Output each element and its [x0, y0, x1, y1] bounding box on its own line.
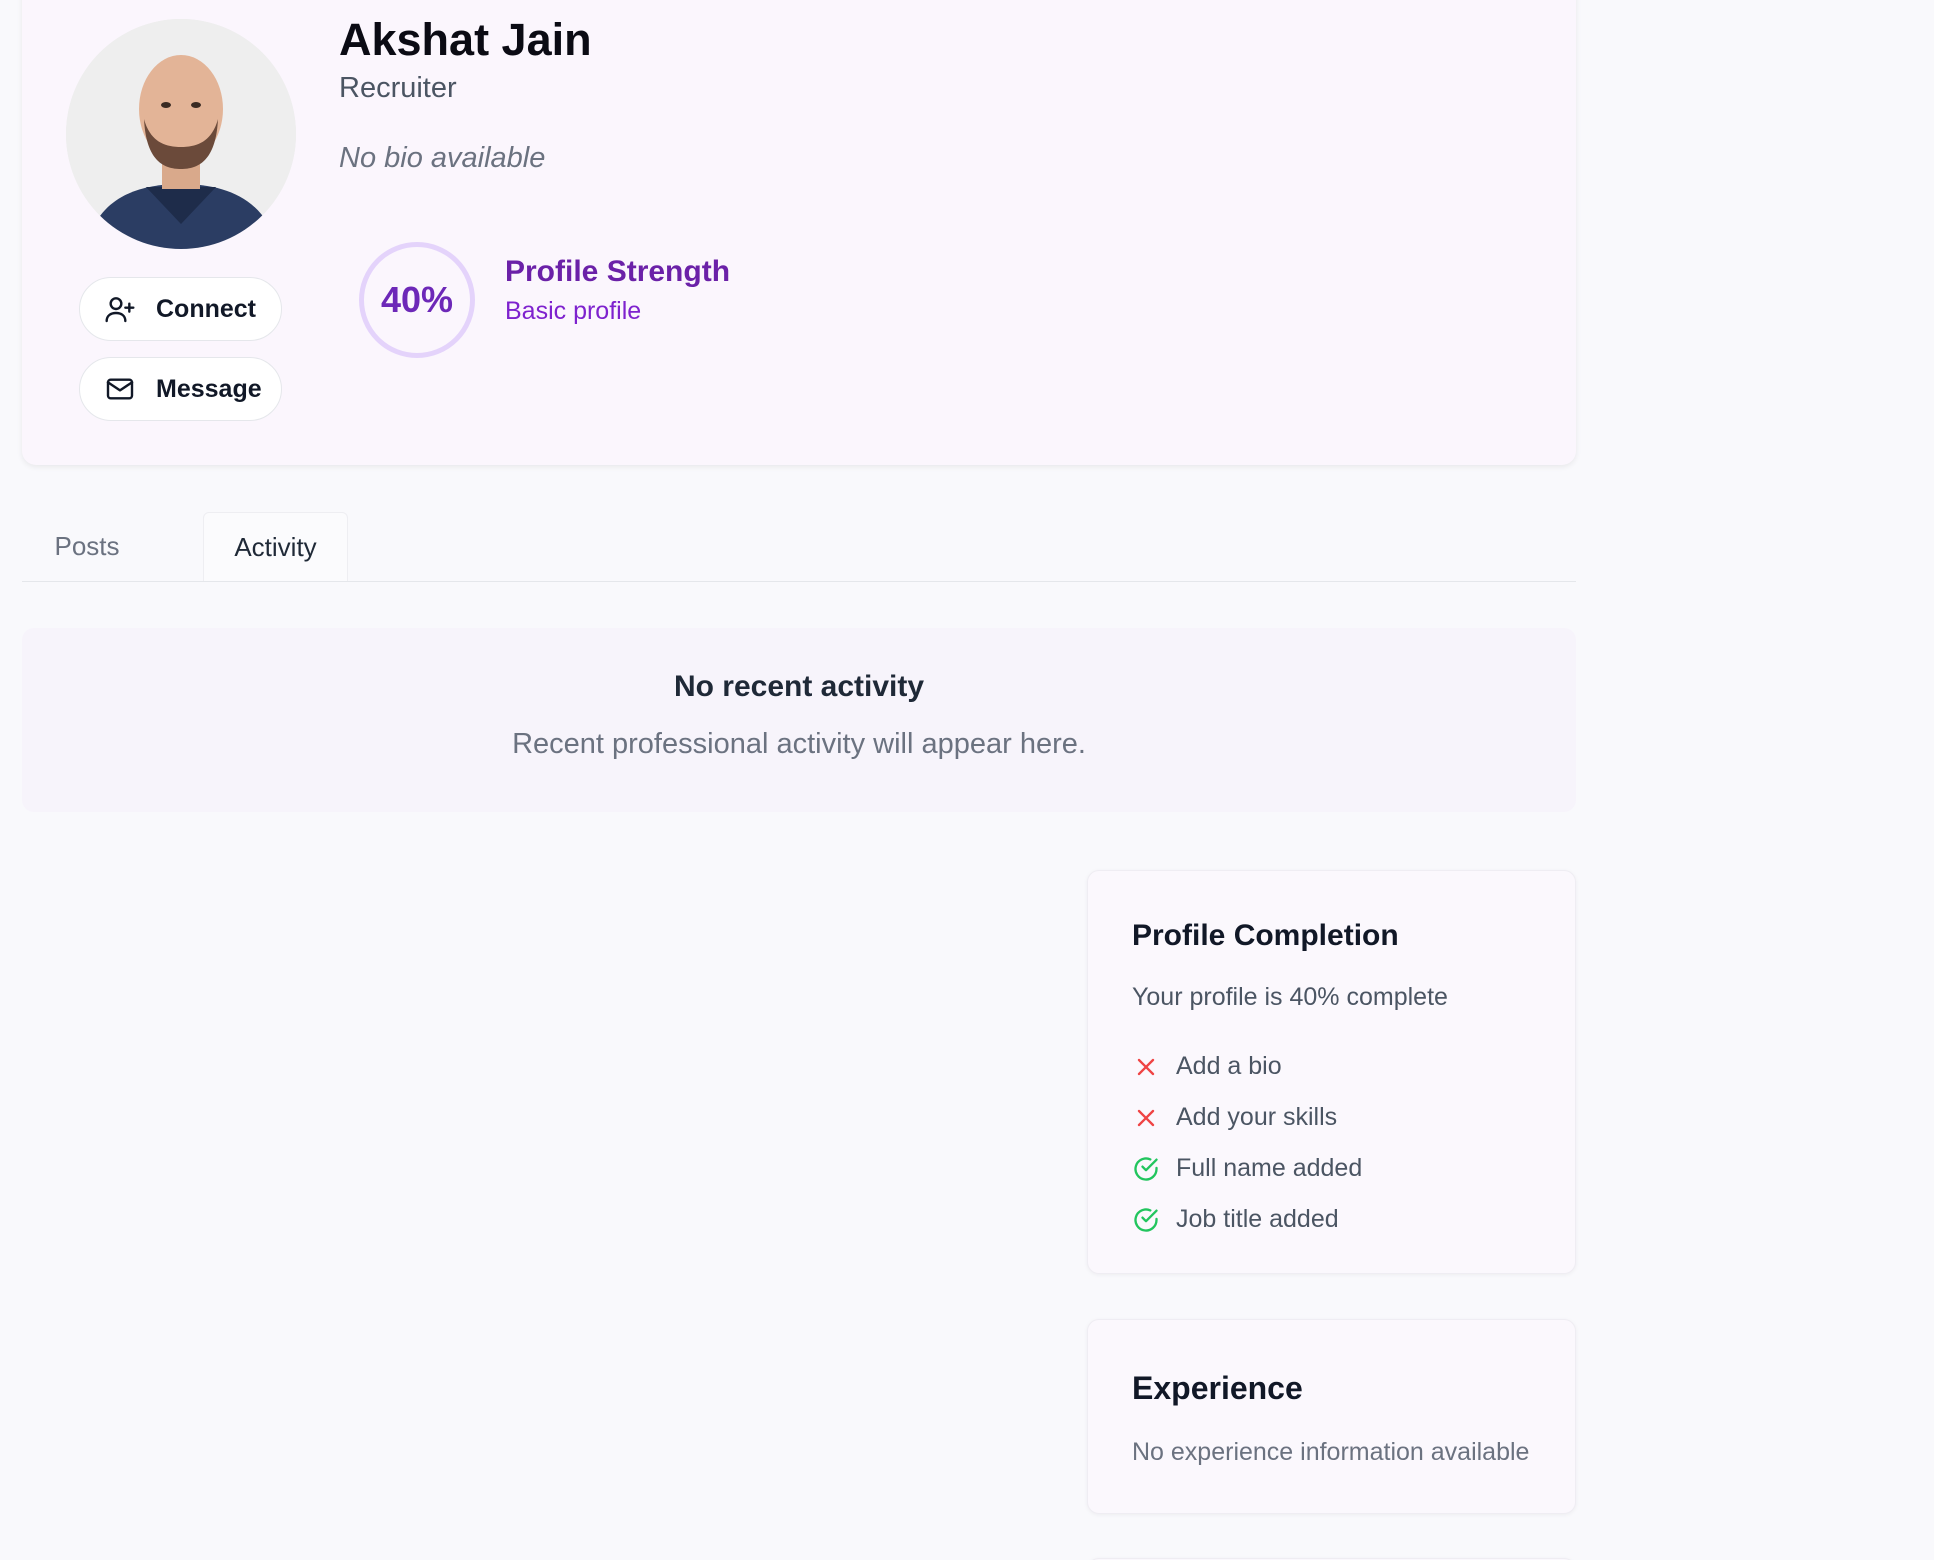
experience-empty-text: No experience information available	[1132, 1438, 1530, 1466]
connect-button-label: Connect	[156, 294, 256, 323]
avatar	[66, 19, 296, 249]
checklist-item: Full name added	[1132, 1143, 1362, 1194]
close-icon	[1137, 1058, 1155, 1075]
profile-strength-subtitle: Basic profile	[505, 297, 642, 325]
profile-bio: No bio available	[339, 142, 546, 174]
tab-activity[interactable]: Activity	[203, 512, 348, 581]
profile-strength-ring: 40%	[359, 242, 475, 358]
profile-strength-title: Profile Strength	[505, 255, 731, 288]
close-icon	[1137, 1109, 1155, 1126]
profile-header-card: Connect Message Akshat Jain Recruiter No…	[22, 0, 1576, 465]
profile-completion-title: Profile Completion	[1132, 919, 1399, 952]
check-circle-icon	[1134, 1207, 1158, 1232]
activity-empty-title: No recent activity	[673, 670, 925, 703]
profile-completion-subtitle: Your profile is 40% complete	[1132, 983, 1448, 1011]
mail-icon	[106, 378, 134, 400]
user-photo-icon	[66, 19, 296, 249]
check-circle-icon	[1134, 1156, 1158, 1181]
checklist-item: Add your skills	[1132, 1092, 1362, 1143]
profile-name: Akshat Jain	[339, 14, 592, 65]
message-button[interactable]: Message	[79, 357, 282, 421]
message-button-label: Message	[156, 374, 262, 403]
checklist-item-label: Add your skills	[1176, 1103, 1338, 1131]
user-plus-icon	[105, 297, 135, 323]
experience-title: Experience	[1132, 1370, 1303, 1406]
profile-completion-card: Profile Completion Your profile is 40% c…	[1087, 870, 1576, 1274]
checklist-item-label: Full name added	[1176, 1154, 1363, 1182]
profile-tabs: Posts Activity	[22, 512, 1576, 582]
profile-strength-percent: 40%	[380, 279, 454, 320]
checklist-item-label: Add a bio	[1176, 1052, 1282, 1080]
connect-button[interactable]: Connect	[79, 277, 282, 341]
activity-empty-state: No recent activity Recent professional a…	[22, 628, 1576, 812]
checklist-item-label: Job title added	[1176, 1205, 1339, 1233]
activity-empty-subtitle: Recent professional activity will appear…	[512, 728, 1086, 760]
checklist-item: Job title added	[1132, 1194, 1362, 1245]
checklist-item: Add a bio	[1132, 1041, 1362, 1092]
tab-posts[interactable]: Posts	[22, 512, 152, 581]
completion-checklist: Add a bio Add your skills Full name adde…	[1132, 1041, 1362, 1245]
profile-page: Connect Message Akshat Jain Recruiter No…	[0, 0, 1934, 1560]
experience-card: Experience No experience information ava…	[1087, 1319, 1576, 1514]
profile-role: Recruiter	[339, 72, 457, 104]
